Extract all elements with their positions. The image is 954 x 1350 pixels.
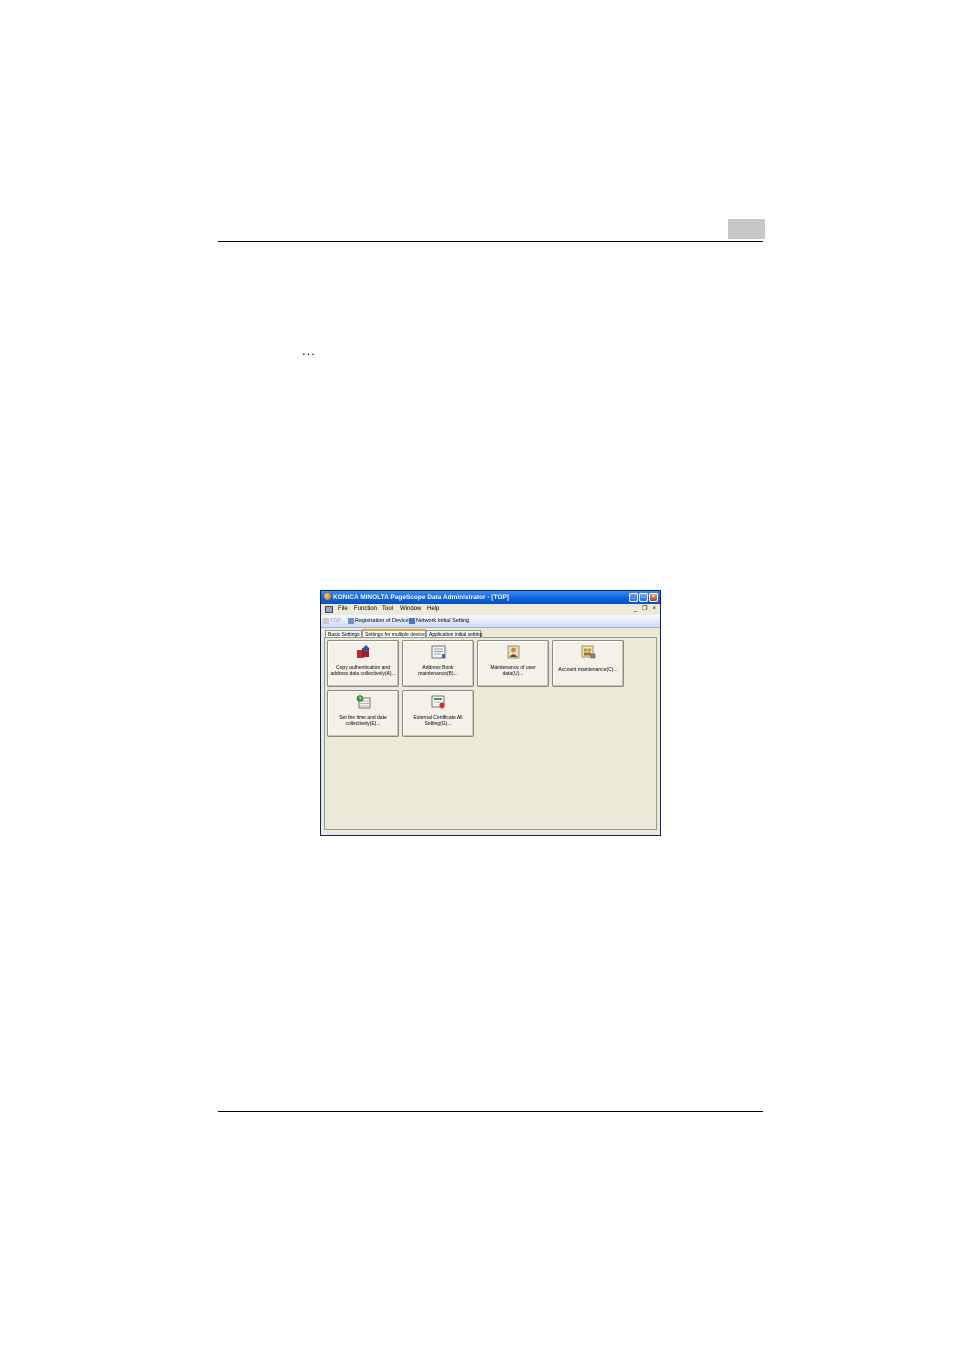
tile-address-book[interactable]: Address Book maintenance(B)... [402,640,474,687]
tile-user-data-maintenance[interactable]: Maintenance of user data(U)... [477,640,549,687]
toolbar-registration-label: Registration of Device [355,618,409,624]
mdi-minimize-button[interactable]: _ [634,604,637,615]
menu-function[interactable]: Function [354,604,377,615]
app-icon [324,593,331,600]
maximize-button[interactable]: □ [639,593,648,602]
menu-file[interactable]: File [338,604,348,615]
window-titlebar[interactable]: KONICA MINOLTA PageScope Data Administra… [321,591,660,604]
ellipsis-marker: ... [302,343,316,358]
toolbar-top-button[interactable]: TOP [323,615,341,627]
toolbar-top-label: TOP [330,618,342,624]
toolbar-network-label: Network Initial Setting [416,618,470,624]
tile-copy-authentication[interactable]: Copy authentication and address data col… [327,640,399,687]
menu-bar: File Function Tool Window Help _ ❐ × [321,604,660,615]
app-window: KONICA MINOLTA PageScope Data Administra… [320,590,661,836]
tile-label: External Certificate All Setting(G)... [413,715,463,727]
toolbar: TOP Registration of Device Network Initi… [321,615,660,628]
tile-account-maintenance[interactable]: Account maintenance(C)... [552,640,624,687]
window-title: KONICA MINOLTA PageScope Data Administra… [333,594,509,601]
home-icon [323,618,329,624]
tile-label: Copy authentication and address data col… [330,665,396,677]
toolbar-registration-button[interactable]: Registration of Device [348,615,409,627]
mdi-restore-button[interactable]: ❐ [642,604,647,615]
tile-label: Address Book maintenance(B)... [418,665,458,677]
address-book-icon [431,645,446,659]
toolbar-network-button[interactable]: Network Initial Setting [409,615,469,627]
user-icon [507,645,520,659]
close-button[interactable]: × [649,593,658,602]
account-icon [581,645,596,659]
tile-set-time-date[interactable]: Set the time and date collectively(E)... [327,690,399,737]
calendar-clock-icon [356,695,371,709]
certificate-icon [431,695,445,709]
document-icon[interactable] [325,606,333,613]
minimize-button[interactable]: _ [629,593,638,602]
tile-label: Set the time and date collectively(E)... [339,715,387,727]
header-rule [218,241,763,242]
registration-icon [348,618,354,624]
chapter-tab [728,219,765,239]
copy-auth-icon [357,645,370,658]
menu-tool[interactable]: Tool [382,604,393,615]
menu-window[interactable]: Window [400,604,421,615]
tile-label: Account maintenance(C)... [558,667,618,673]
mdi-close-button[interactable]: × [652,604,656,615]
tiles-panel: Copy authentication and address data col… [324,637,657,830]
tile-external-certificate[interactable]: External Certificate All Setting(G)... [402,690,474,737]
tile-label: Maintenance of user data(U)... [490,665,536,677]
network-icon [409,618,415,624]
footer-rule [218,1111,763,1112]
menu-help[interactable]: Help [427,604,439,615]
